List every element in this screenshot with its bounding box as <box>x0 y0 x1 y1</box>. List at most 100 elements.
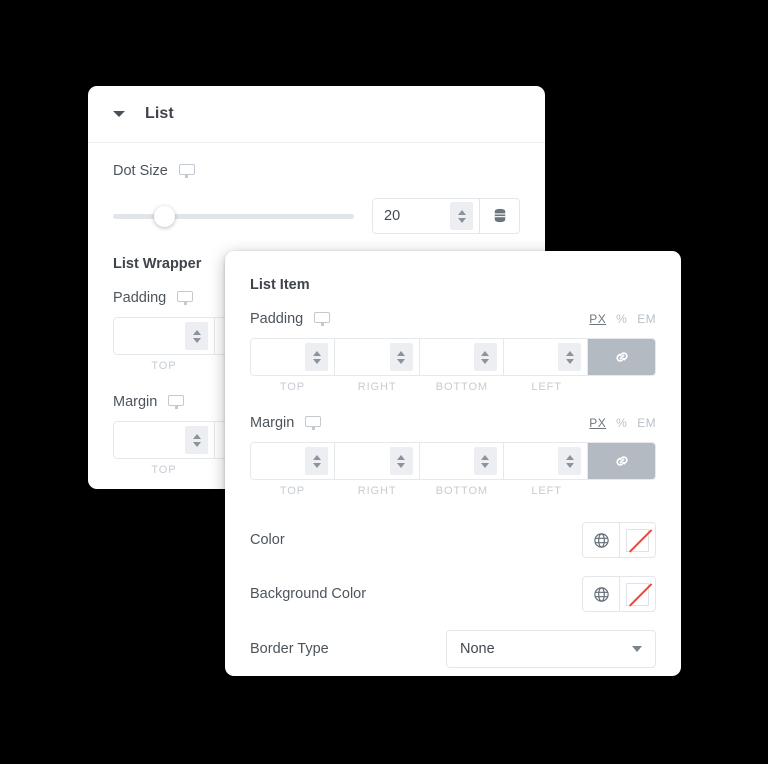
unit-px[interactable]: PX <box>589 312 606 326</box>
padding-top-input[interactable] <box>251 339 336 375</box>
item-margin-label: Margin <box>250 415 295 431</box>
chevron-up-icon[interactable] <box>481 350 490 356</box>
monitor-icon[interactable] <box>177 290 194 306</box>
chevron-down-icon[interactable] <box>312 462 321 468</box>
margin-right-input[interactable] <box>335 443 420 479</box>
background-color-label: Background Color <box>250 586 367 602</box>
padding-link-values-button[interactable] <box>588 339 655 375</box>
stepper[interactable] <box>558 447 581 475</box>
monitor-icon[interactable] <box>168 394 185 410</box>
chevron-down-icon[interactable] <box>312 358 321 364</box>
color-none-swatch[interactable] <box>619 523 655 557</box>
unit-em[interactable]: EM <box>637 312 656 326</box>
side-label-right: RIGHT <box>357 485 397 497</box>
monitor-icon[interactable] <box>314 311 331 327</box>
dot-size-label-row: Dot Size <box>113 163 520 179</box>
chevron-down-icon[interactable] <box>192 441 201 447</box>
color-globe-button[interactable] <box>583 523 619 557</box>
unit-em[interactable]: EM <box>637 416 656 430</box>
side-label-left: LEFT <box>531 485 562 497</box>
database-stack-icon <box>494 208 505 223</box>
dot-size-slider[interactable] <box>113 205 354 227</box>
margin-link-values-button[interactable] <box>588 443 655 479</box>
list-wrapper-heading: List Wrapper <box>113 256 202 272</box>
chevron-down-icon[interactable] <box>397 462 405 468</box>
unit-px[interactable]: PX <box>589 416 606 430</box>
chevron-up-icon[interactable] <box>397 454 405 460</box>
label-spacer <box>589 485 656 497</box>
chevron-down-icon[interactable] <box>397 358 405 364</box>
stepper[interactable] <box>305 343 329 371</box>
margin-top-input[interactable] <box>114 422 216 458</box>
label-spacer <box>589 381 656 393</box>
item-margin-label-row: Margin PX % EM <box>250 415 656 431</box>
border-type-label: Border Type <box>250 641 329 657</box>
background-color-globe-button[interactable] <box>583 577 619 611</box>
chevron-up-icon[interactable] <box>192 329 201 335</box>
stepper[interactable] <box>185 426 209 454</box>
chevron-up-icon[interactable] <box>312 350 321 356</box>
dot-size-number-group: 20 <box>372 198 520 234</box>
link-chain-icon <box>615 352 628 362</box>
chevron-up-icon[interactable] <box>481 454 490 460</box>
dot-size-label: Dot Size <box>113 163 168 179</box>
list-item-settings-panel: List Item Padding PX % EM TOP RIGHT BOTT… <box>225 251 681 676</box>
list-panel-header[interactable]: List <box>88 86 545 143</box>
chevron-down-icon[interactable] <box>565 358 574 364</box>
side-label-top: TOP <box>151 360 177 372</box>
item-margin-unit-switcher: PX % EM <box>589 416 656 430</box>
margin-bottom-input[interactable] <box>420 443 504 479</box>
stepper[interactable] <box>389 343 413 371</box>
stepper[interactable] <box>473 343 497 371</box>
unit-database-button[interactable] <box>479 199 519 233</box>
caret-down-icon[interactable] <box>113 111 125 117</box>
chevron-up-icon[interactable] <box>457 209 466 215</box>
padding-right-input[interactable] <box>335 339 420 375</box>
padding-left-input[interactable] <box>504 339 588 375</box>
monitor-icon[interactable] <box>178 163 195 179</box>
chevron-up-icon[interactable] <box>397 350 405 356</box>
side-label-top: TOP <box>279 381 305 393</box>
item-margin-side-labels: TOP RIGHT BOTTOM LEFT <box>250 485 656 497</box>
stepper[interactable] <box>305 447 329 475</box>
margin-left-input[interactable] <box>504 443 588 479</box>
list-item-heading-row: List Item <box>250 277 656 293</box>
stepper[interactable] <box>185 322 209 350</box>
chevron-up-icon[interactable] <box>192 433 201 439</box>
item-margin-inputs <box>250 442 656 480</box>
unit-percent[interactable]: % <box>616 312 627 326</box>
padding-top-input[interactable] <box>114 318 216 354</box>
chevron-down-icon[interactable] <box>632 646 642 652</box>
chevron-down-icon[interactable] <box>565 462 574 468</box>
list-item-heading: List Item <box>250 277 310 293</box>
color-row: Color <box>250 513 656 567</box>
background-color-row: Background Color <box>250 567 656 621</box>
slider-handle[interactable] <box>154 205 176 227</box>
chevron-up-icon[interactable] <box>312 454 321 460</box>
background-color-swatch-group <box>582 576 656 612</box>
item-padding-label: Padding <box>250 311 304 327</box>
stepper[interactable] <box>558 343 581 371</box>
padding-bottom-input[interactable] <box>420 339 504 375</box>
monitor-icon[interactable] <box>305 415 322 431</box>
chevron-down-icon[interactable] <box>457 217 466 223</box>
border-type-value: None <box>460 641 495 657</box>
stepper[interactable] <box>389 447 413 475</box>
background-color-none-swatch[interactable] <box>619 577 655 611</box>
list-item-panel-body: List Item Padding PX % EM TOP RIGHT BOTT… <box>225 251 681 677</box>
dot-size-control-row: 20 <box>113 198 520 234</box>
border-type-select[interactable]: None <box>446 630 656 668</box>
color-label: Color <box>250 532 285 548</box>
chevron-up-icon[interactable] <box>565 454 574 460</box>
chevron-down-icon[interactable] <box>481 358 490 364</box>
margin-top-input[interactable] <box>251 443 336 479</box>
dot-size-stepper[interactable] <box>450 202 473 230</box>
chevron-up-icon[interactable] <box>565 350 574 356</box>
chevron-down-icon[interactable] <box>192 337 201 343</box>
stepper[interactable] <box>473 447 497 475</box>
dot-size-input[interactable]: 20 <box>373 199 450 233</box>
page-title: List <box>145 105 174 122</box>
unit-percent[interactable]: % <box>616 416 627 430</box>
side-label-bottom: BOTTOM <box>435 381 488 393</box>
chevron-down-icon[interactable] <box>481 462 490 468</box>
